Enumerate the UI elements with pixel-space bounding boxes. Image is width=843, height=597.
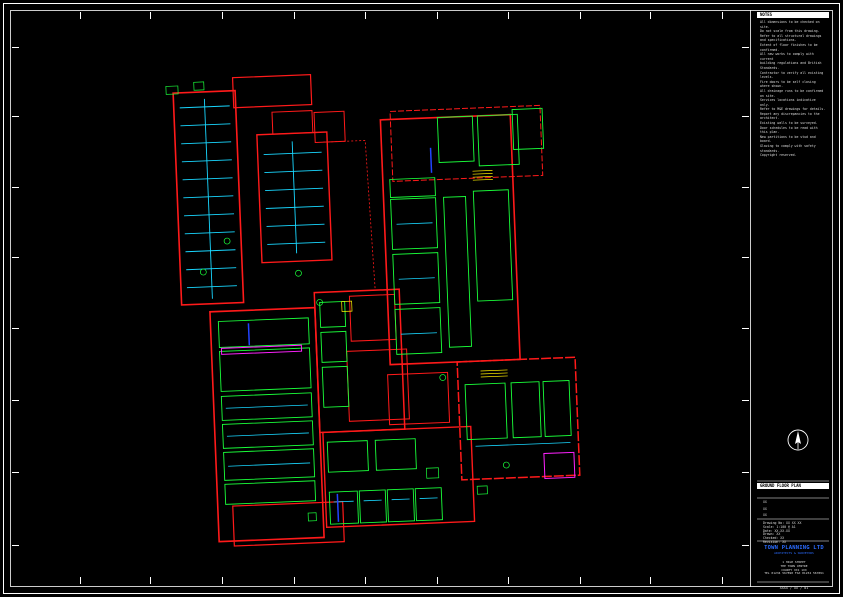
drawing-number: XXXX / XX / 01: [779, 586, 809, 590]
grid-tick: [365, 12, 366, 19]
note-line: All drainage runs to be confirmed on sit…: [760, 88, 824, 98]
note-line: All new works to comply with current: [760, 52, 814, 61]
note-line: New partitions to be stud and board.: [760, 134, 816, 144]
ground-floor-plan-sheet: [0, 0, 843, 597]
grid-tick: [508, 577, 509, 584]
grid-tick: [722, 12, 723, 19]
drawing-details: Drawing No: XX XX XX Scale: 1:100 @ A1 Dat…: [757, 521, 835, 545]
revision-marks: XX XX XX: [757, 500, 829, 520]
plan-title-panel: GROUND FLOOR PLAN: [757, 483, 829, 489]
note-line: Fire doors to be self closing where show…: [760, 79, 816, 89]
grid-tick: [437, 12, 438, 19]
grid-tick: [742, 187, 749, 188]
revision-mark: XX: [763, 513, 767, 518]
grid-tick: [12, 187, 19, 188]
grid-tick: [294, 577, 295, 584]
grid-tick: [742, 545, 749, 546]
note-line: Glazing to comply with safety standards.: [760, 144, 816, 153]
note-line: Copyright reserved.: [760, 153, 797, 158]
address-line: TEL 01234 567890 FAX 01234 567891: [764, 571, 824, 576]
grid-tick: [508, 12, 509, 19]
grid-tick: [742, 116, 749, 117]
grid-tick: [12, 116, 19, 117]
revision-mark: XX: [763, 500, 767, 504]
notes-panel: NOTES All dimensions to be checked on si…: [757, 12, 829, 158]
notes-list: All dimensions to be checked on site. Do …: [757, 18, 829, 158]
grid-tick: [650, 12, 651, 19]
grid-tick: [742, 257, 749, 258]
company-subtitle: ARCHITECTS & SURVEYORS: [774, 551, 814, 555]
grid-tick: [80, 577, 81, 584]
note-line: Services locations indicative only.: [760, 98, 816, 107]
grid-tick: [742, 328, 749, 329]
grid-tick: [12, 257, 19, 258]
grid-tick: [12, 47, 19, 48]
plan-title: GROUND FLOOR PLAN: [757, 483, 829, 489]
grid-tick: [222, 12, 223, 19]
grid-tick: [365, 577, 366, 584]
revision-mark: XX: [763, 506, 767, 511]
grid-tick: [742, 472, 749, 473]
grid-tick: [722, 577, 723, 584]
grid-tick: [12, 400, 19, 401]
note-line: Door schedules to be read with this plan…: [760, 125, 818, 135]
grid-tick: [742, 47, 749, 48]
note-line: building regulations and British Standar…: [760, 61, 822, 70]
note-line: Report any discrepancies to the architec…: [760, 111, 820, 121]
note-line: Contractor to verify all existing levels…: [760, 70, 824, 80]
grid-tick: [650, 577, 651, 584]
note-line: Refer to all structural drawings and spe…: [760, 33, 822, 43]
grid-tick: [12, 545, 19, 546]
company-address: 1 HIGH STREET THE TOWN CENTRE COUNTY XX1 1…: [760, 560, 828, 576]
note-line: Existing walls to be surveyed.: [760, 121, 818, 126]
grid-tick: [150, 12, 151, 19]
grid-tick: [437, 577, 438, 584]
grid-tick: [12, 472, 19, 473]
grid-tick: [150, 577, 151, 584]
grid-tick: [222, 577, 223, 584]
note-line: Extent of floor finishes to be confirmed…: [760, 42, 818, 52]
grid-tick: [12, 328, 19, 329]
grid-tick: [80, 12, 81, 19]
note-line: All dimensions to be checked on site.: [760, 20, 820, 29]
grid-tick: [580, 577, 581, 584]
grid-tick: [742, 400, 749, 401]
grid-tick: [580, 12, 581, 19]
grid-tick: [294, 12, 295, 19]
